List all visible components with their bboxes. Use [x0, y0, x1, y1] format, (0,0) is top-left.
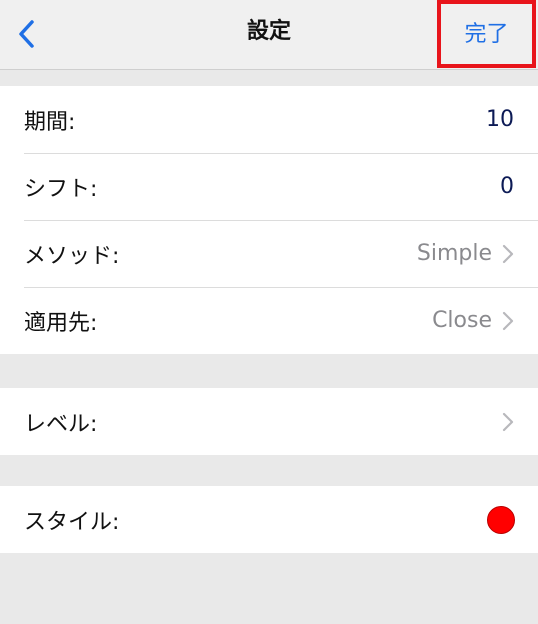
done-button[interactable]: 完了 [437, 0, 536, 68]
chevron-right-icon [502, 311, 514, 330]
style-color-swatch[interactable] [487, 505, 515, 534]
style-group: スタイル: [0, 486, 538, 553]
level-label: レベル: [24, 411, 98, 437]
shift-row[interactable]: シフト: 0 [0, 153, 538, 220]
style-row[interactable]: スタイル: [0, 486, 538, 553]
method-value: Simple [416, 241, 492, 266]
period-value[interactable]: 10 [486, 107, 514, 132]
shift-label: シフト: [24, 176, 98, 202]
method-label: メソッド: [24, 243, 120, 269]
apply-to-row[interactable]: 適用先: Close [0, 287, 538, 354]
chevron-right-icon [502, 244, 514, 263]
parameters-group: 期間: 10 シフト: 0 メソッド: Simple 適用先: Close [0, 86, 538, 354]
apply-to-label: 適用先: [24, 310, 98, 336]
style-label: スタイル: [24, 509, 120, 535]
level-row[interactable]: レベル: [0, 388, 538, 455]
shift-value[interactable]: 0 [500, 174, 514, 199]
chevron-right-icon [502, 412, 514, 431]
method-row[interactable]: メソッド: Simple [0, 220, 538, 287]
period-label: 期間: [24, 109, 76, 135]
apply-to-value: Close [432, 308, 492, 333]
level-group: レベル: [0, 388, 538, 455]
navigation-bar: 設定 完了 [0, 0, 538, 70]
period-row[interactable]: 期間: 10 [0, 86, 538, 153]
